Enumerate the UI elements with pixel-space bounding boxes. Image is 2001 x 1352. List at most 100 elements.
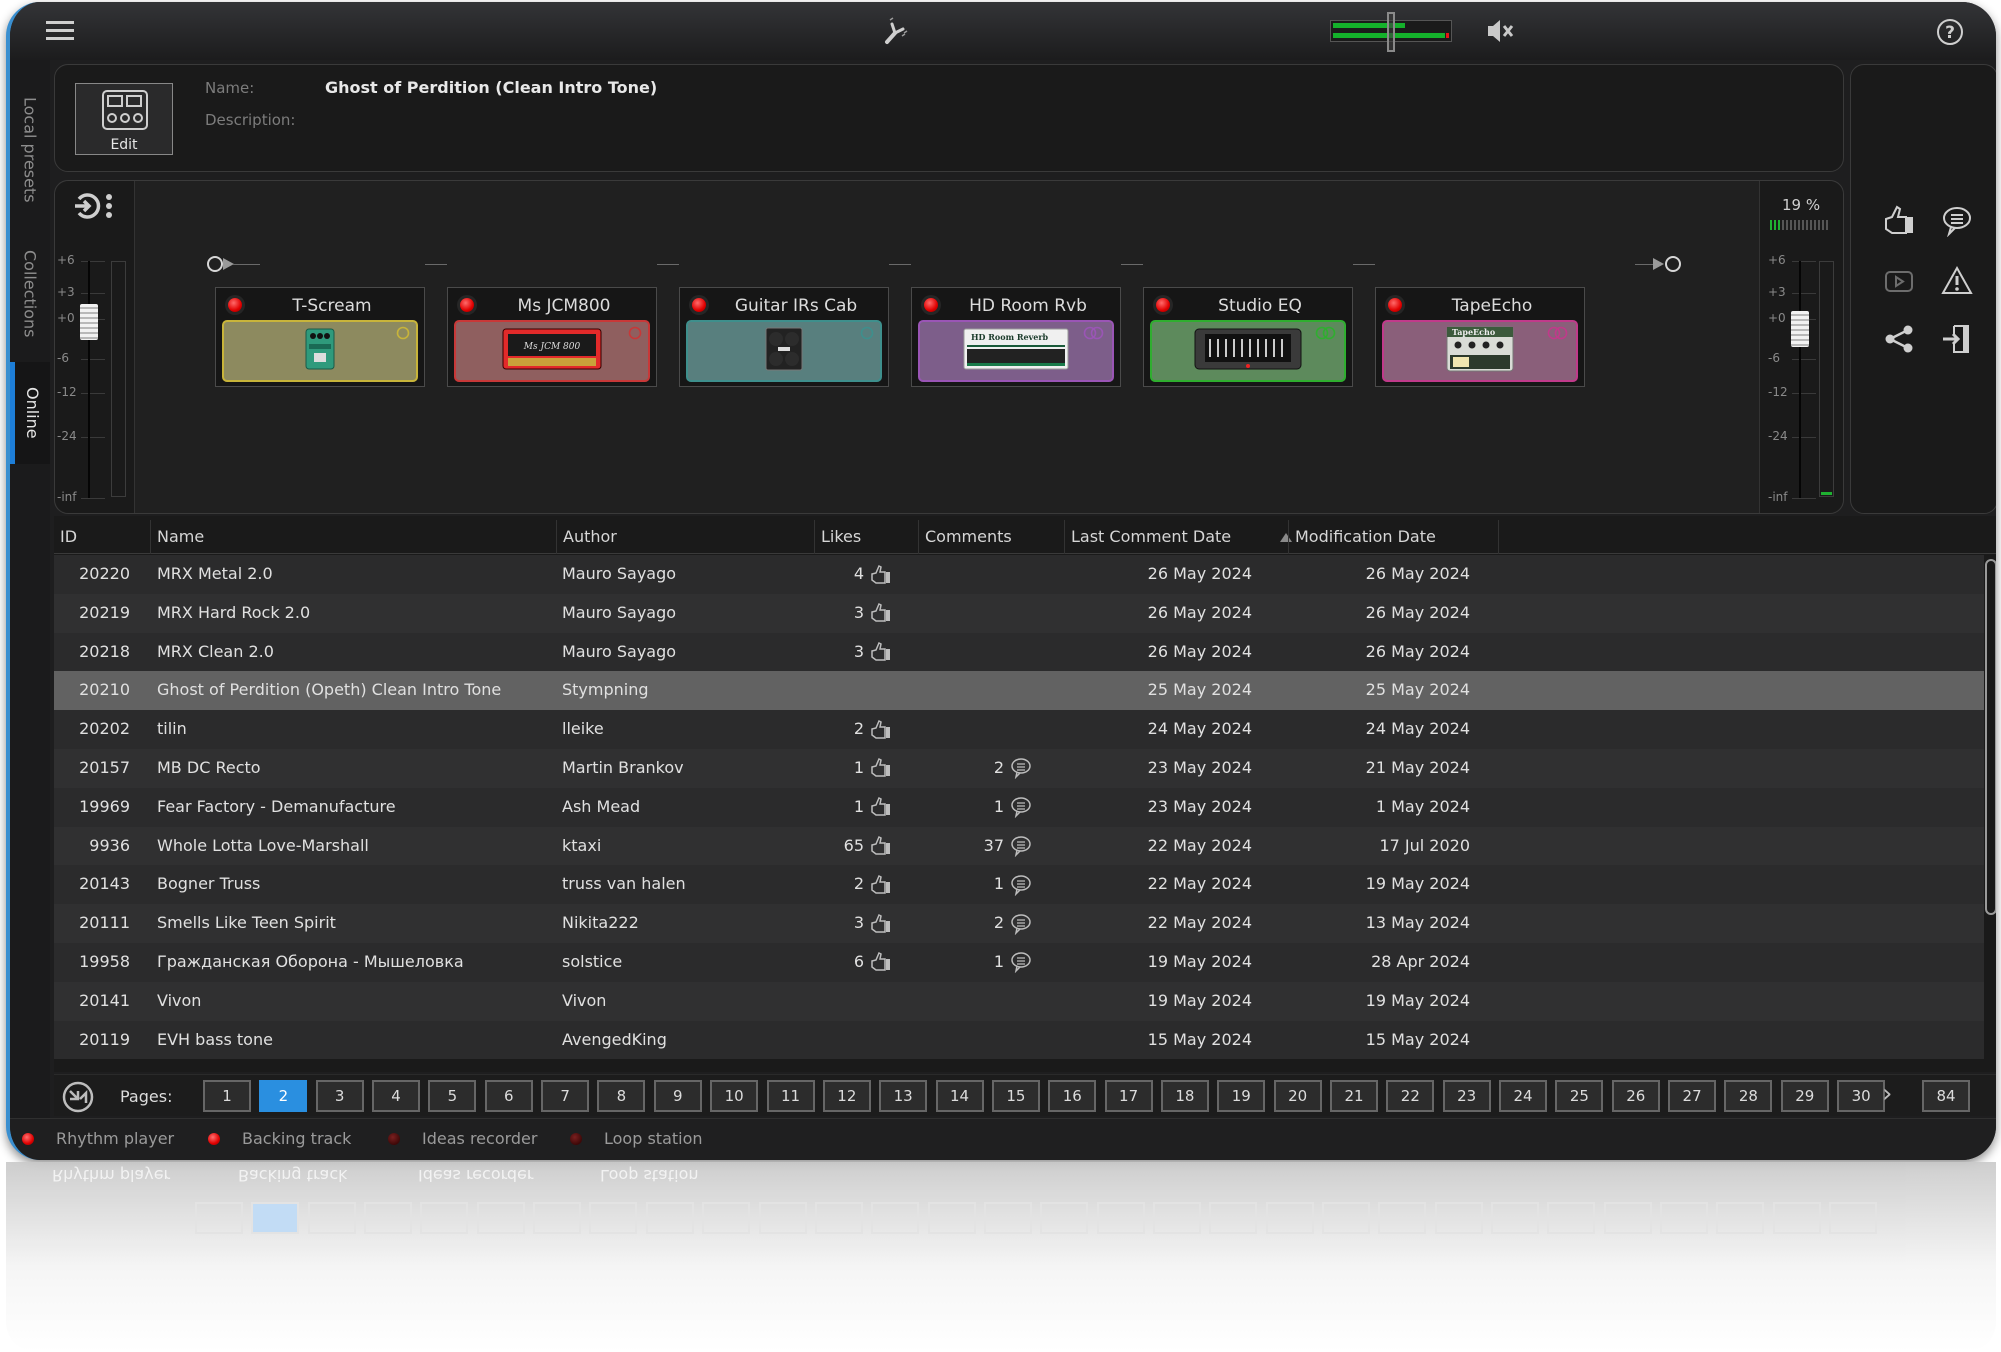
effect-module[interactable]: HD Room Rvb HD Room Reverb [911,287,1121,387]
page-button[interactable]: 16 [1048,1080,1097,1112]
module-body[interactable]: HD Room Reverb [918,320,1114,382]
module-body[interactable] [1150,320,1346,382]
play-icon[interactable] [1883,265,1915,297]
page-button[interactable]: 9 [653,1080,702,1112]
page-button[interactable]: 12 [822,1080,871,1112]
tab-collections[interactable]: Collections [10,228,50,360]
input-settings-icon[interactable] [73,191,117,221]
page-button[interactable]: 15 [991,1080,1040,1112]
page-button[interactable]: 3 [315,1080,364,1112]
effect-module[interactable]: T-Scream [215,287,425,387]
last-page-button[interactable]: 84 [1922,1080,1970,1112]
page-button[interactable]: 8 [597,1080,646,1112]
module-power-led[interactable] [228,298,242,312]
effect-module[interactable]: Studio EQ [1143,287,1353,387]
table-row[interactable]: 19969 Fear Factory - Demanufacture Ash Mea… [54,787,1984,827]
page-button[interactable]: 29 [1780,1080,1829,1112]
module-body[interactable] [686,320,882,382]
column-header-id[interactable]: ID [54,520,150,554]
page-button[interactable]: 11 [766,1080,815,1112]
page-button[interactable]: 23 [1442,1080,1491,1112]
table-row[interactable]: 20141 Vivon Vivon 19 May 2024 19 May 2024 [54,981,1984,1021]
input-fader-handle[interactable] [80,304,98,340]
status-item-label[interactable]: Backing track [242,1129,351,1148]
module-body[interactable]: Ms JCM 800 [454,320,650,382]
status-item-label[interactable]: Loop station [604,1129,703,1148]
page-button[interactable]: 18 [1160,1080,1209,1112]
page-button[interactable]: 10 [710,1080,759,1112]
page-button[interactable]: 5 [428,1080,477,1112]
warning-icon[interactable] [1941,265,1973,297]
output-fader-handle[interactable] [1791,311,1809,347]
reset-filter-icon[interactable] [62,1081,94,1113]
thumbs-up-icon[interactable] [1883,205,1915,237]
page-button[interactable]: 26 [1611,1080,1660,1112]
status-led[interactable] [570,1133,582,1145]
module-power-led[interactable] [1156,298,1170,312]
table-row[interactable]: 20210 Ghost of Perdition (Opeth) Clean In… [54,671,1984,711]
table-row[interactable]: 20143 Bogner Truss truss van halen 2 1 22 May… [54,865,1984,905]
table-row[interactable]: 20218 MRX Clean 2.0 Mauro Sayago 3 26 May 20… [54,632,1984,672]
hamburger-icon[interactable] [46,21,74,41]
effect-module[interactable]: Ms JCM800 Ms JCM 800 [447,287,657,387]
page-button[interactable]: 19 [1217,1080,1266,1112]
effect-module[interactable]: TapeEcho TapeEcho [1375,287,1585,387]
help-icon[interactable]: ? [1936,18,1964,46]
table-row[interactable]: 20157 MB DC Recto Martin Brankov 1 2 23 May 2… [54,748,1984,788]
page-button[interactable]: 1 [203,1080,251,1112]
module-power-led[interactable] [1388,298,1402,312]
table-scrollbar[interactable] [1985,559,1996,915]
module-body[interactable]: TapeEcho [1382,320,1578,382]
table-row[interactable]: 20220 MRX Metal 2.0 Mauro Sayago 4 26 May 20… [54,555,1984,594]
page-button[interactable]: 13 [879,1080,928,1112]
status-item-label[interactable]: Rhythm player [56,1129,174,1148]
tab-local-presets[interactable]: Local presets [10,80,50,220]
table-row[interactable]: 19958 Гражданская Оборона - Мышеловка sols… [54,942,1984,982]
status-led[interactable] [388,1133,400,1145]
page-button[interactable]: 30 [1837,1080,1886,1112]
page-button[interactable]: 24 [1499,1080,1548,1112]
table-row[interactable]: 20111 Smells Like Teen Spirit Nikita222 3 2 2… [54,904,1984,943]
page-button[interactable]: 28 [1724,1080,1773,1112]
column-header-likes[interactable]: Likes [814,520,918,554]
status-led[interactable] [22,1133,34,1145]
column-header-comments[interactable]: Comments [918,520,1064,554]
page-button[interactable]: 22 [1386,1080,1435,1112]
status-item-label[interactable]: Ideas recorder [422,1129,537,1148]
page-button[interactable]: 6 [484,1080,533,1112]
page-button[interactable]: 17 [1104,1080,1153,1112]
comment-icon[interactable] [1941,205,1973,238]
column-header-modification-date[interactable]: Modification Date [1288,520,1498,554]
table-row[interactable]: 20119 EVH bass tone AvengedKing 15 May 2024… [54,1020,1984,1060]
page-button[interactable]: 2 [259,1080,308,1112]
page-button[interactable]: 4 [372,1080,421,1112]
tuning-fork-icon[interactable] [882,16,912,46]
column-header-last-comment-date[interactable]: Last Comment Date [1064,520,1288,554]
page-button[interactable]: 20 [1273,1080,1322,1112]
next-page-button[interactable]: › [1882,1079,1892,1109]
page-button[interactable]: 27 [1668,1080,1717,1112]
module-power-led[interactable] [924,298,938,312]
page-button[interactable]: 7 [541,1080,590,1112]
page-button[interactable]: 14 [935,1080,984,1112]
import-icon[interactable] [1941,323,1973,355]
module-body[interactable] [222,320,418,382]
tab-online[interactable]: Online [10,362,50,464]
column-header-name[interactable]: Name [150,520,556,554]
status-led[interactable] [208,1133,220,1145]
volume-handle[interactable] [1387,12,1395,52]
module-power-led[interactable] [692,298,706,312]
share-icon[interactable] [1883,323,1915,355]
page-button[interactable]: 21 [1330,1080,1378,1112]
table-row[interactable]: 20202 tilin lleike 2 24 May 2024 24 May 2024 [54,710,1984,749]
column-header-author[interactable]: Author [556,520,814,554]
table-row[interactable]: 20219 MRX Hard Rock 2.0 Mauro Sayago 3 26 Ma… [54,593,1984,633]
page-button[interactable]: 25 [1555,1080,1604,1112]
speaker-mute-icon[interactable] [1486,18,1516,44]
table-row[interactable]: 9936 Whole Lotta Love-Marshall ktaxi 65 37 22… [54,826,1984,866]
effect-module[interactable]: Guitar IRs Cab [679,287,889,387]
edit-button[interactable]: Edit [75,83,173,155]
master-volume-slider[interactable] [1330,12,1452,52]
module-power-led[interactable] [460,298,474,312]
reflection-page-button [1378,1202,1427,1234]
